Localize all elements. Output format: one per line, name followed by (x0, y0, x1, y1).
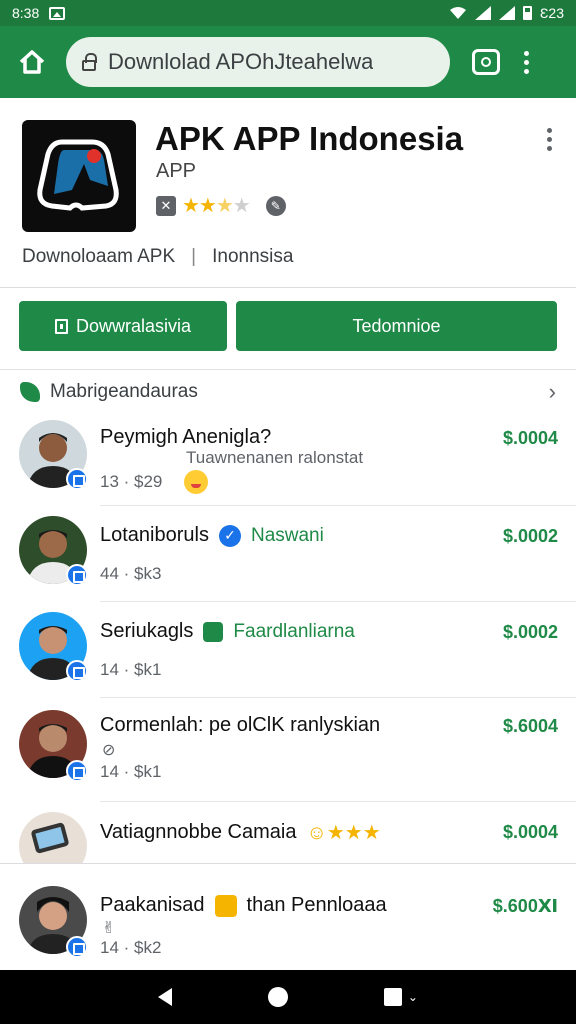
item-title-row: Lotaniboruls ✓ Naswani (100, 524, 324, 547)
download-icon (54, 318, 68, 334)
app-header-card: APK APP Indonesia APP ✕ ★★★★ ✎ Downoloaa… (0, 98, 576, 288)
signal-icon-2 (498, 6, 515, 20)
recents-icon (383, 988, 402, 1006)
item-price: $.0002 (502, 526, 558, 546)
url-text: Downlolad APOhJteahelwa (108, 49, 374, 74)
recents-button[interactable]: ⌄ (383, 988, 418, 1006)
meta-separator: | (191, 246, 197, 267)
wifi-icon (449, 7, 466, 19)
item-meta-text: 44 · $k3 (100, 564, 162, 583)
item-price: $.6004 (502, 716, 558, 736)
thumb-icon: ✌ (102, 920, 116, 937)
back-icon[interactable] (157, 988, 172, 1006)
item-title-row: Vatiagnnobbe Camaia ☺★★★ (100, 820, 381, 845)
item-meta-text: 13 · $29 (100, 472, 163, 491)
secondary-button[interactable]: Tedomnioe (236, 301, 557, 351)
list-item[interactable]: Seriukagls Faardlanliarna 14 · $k1 $.000… (0, 602, 576, 698)
verified-badge-icon (66, 936, 88, 958)
chevron-down-icon: ⌄ (407, 990, 418, 1004)
overflow-menu-button[interactable] (524, 50, 529, 74)
item-meta: 14 · $k2 (100, 938, 161, 958)
list-item[interactable]: Peymigh Anenigla? Tuawnenanen ralonstat … (0, 414, 576, 506)
item-title: Lotaniboruls (100, 524, 209, 546)
list-item[interactable]: Vatiagnnobbe Camaia ☺★★★ $.0004 (0, 802, 576, 864)
android-icon (203, 621, 224, 642)
rating-emoji-icon: ☺★★★ (306, 822, 381, 844)
system-nav-bar: ⌄ (0, 970, 576, 1024)
status-time: 8:38 (12, 5, 40, 21)
app-type: APP (156, 160, 197, 182)
item-meta-text: 14 · $k1 (100, 762, 162, 781)
chevron-right-icon[interactable]: › (549, 379, 556, 405)
home-icon (19, 50, 45, 74)
app-meta: Downoloaam APK | Inonnsisa (22, 246, 293, 268)
item-meta: 13 · $29 (100, 470, 209, 494)
developer-name[interactable]: Downoloaam APK (22, 246, 175, 268)
tabs-button[interactable] (472, 49, 500, 75)
download-button-label: Dowwralasivia (75, 315, 192, 336)
item-title: Peymigh Anenigla? (100, 426, 272, 448)
verified-badge-icon (66, 660, 88, 682)
app-more-button[interactable] (547, 128, 552, 151)
signal-icon (474, 6, 491, 20)
verified-badge-icon (66, 564, 88, 586)
item-title: Vatiagnnobbe Camaia (100, 821, 297, 843)
section-header[interactable]: Mabrigeandauras › (0, 370, 576, 414)
list-item[interactable]: Lotaniboruls ✓ Naswani 44 · $k3 $.0002 (0, 506, 576, 602)
item-price: $.0002 (502, 622, 558, 642)
tabs-icon (481, 57, 491, 67)
item-title-row: Seriukagls Faardlanliarna (100, 620, 355, 643)
rating-row: ✕ ★★★★ ✎ (156, 193, 286, 218)
item-title: Paakanisad (100, 894, 205, 916)
secondary-button-label: Tedomnioe (352, 315, 441, 336)
item-meta: 44 · $k3 (100, 564, 161, 584)
lock-icon (82, 52, 97, 71)
verified-check-icon: ✓ (218, 524, 241, 547)
verified-badge-icon (66, 468, 88, 490)
item-meta-text: 14 · $k1 (100, 660, 162, 679)
home-button[interactable] (12, 42, 52, 82)
item-tag: than Pennloaaa (246, 894, 387, 916)
app-logo[interactable] (22, 120, 136, 232)
list-item[interactable]: Cormenlah: pe olClK ranlyskian ⊘ 14 · $k… (0, 698, 576, 802)
action-buttons: Dowwralasivia Tedomnioe (0, 288, 576, 370)
item-title: Cormenlah: pe olClK ranlyskian (100, 714, 381, 736)
item-price: $.600Ⅺ (492, 896, 558, 916)
item-meta-text: 14 · $k2 (100, 938, 162, 957)
item-price: $.0004 (502, 428, 558, 448)
item-price: $.0004 (502, 822, 558, 842)
item-title-row: Paakanisad than Pennloaaa (100, 894, 387, 917)
section-title: Mabrigeandauras (50, 381, 198, 402)
app-name: APK APP Indonesia (155, 120, 464, 157)
rating-category-icon: ✕ (156, 195, 176, 216)
item-tag: Faardlanliarna (233, 620, 355, 642)
battery-icon (522, 6, 532, 20)
link-icon: ⊘ (102, 742, 116, 759)
list-item[interactable]: Paakanisad than Pennloaaa ✌ 14 · $k2 $.6… (0, 874, 576, 970)
url-bar[interactable]: Downlolad APOhJteahelwa (66, 37, 450, 87)
verified-badge-icon (66, 760, 88, 782)
item-meta: 14 · $k1 (100, 660, 161, 680)
item-tag: Naswani (250, 524, 324, 546)
image-notification-icon (49, 6, 66, 20)
app-badge-icon (214, 894, 237, 917)
avatar (19, 812, 87, 863)
flag-icon: ✎ (265, 195, 286, 216)
status-right-text: Ɛ23 (539, 5, 564, 21)
item-title: Seriukagls (100, 620, 194, 642)
item-subtitle: Tuawnenanen ralonstat (186, 448, 364, 467)
browser-toolbar: Downlolad APOhJteahelwa (0, 26, 576, 98)
home-circle-icon[interactable] (267, 987, 288, 1007)
status-bar: 8:38 Ɛ23 (0, 0, 576, 26)
rating-stars: ★★★★ (182, 195, 251, 217)
app-region: Inonnsisa (212, 246, 294, 267)
download-button[interactable]: Dowwralasivia (19, 301, 227, 351)
leaf-icon (20, 382, 40, 402)
item-meta: 14 · $k1 (100, 762, 161, 782)
emoji-icon (184, 470, 209, 494)
